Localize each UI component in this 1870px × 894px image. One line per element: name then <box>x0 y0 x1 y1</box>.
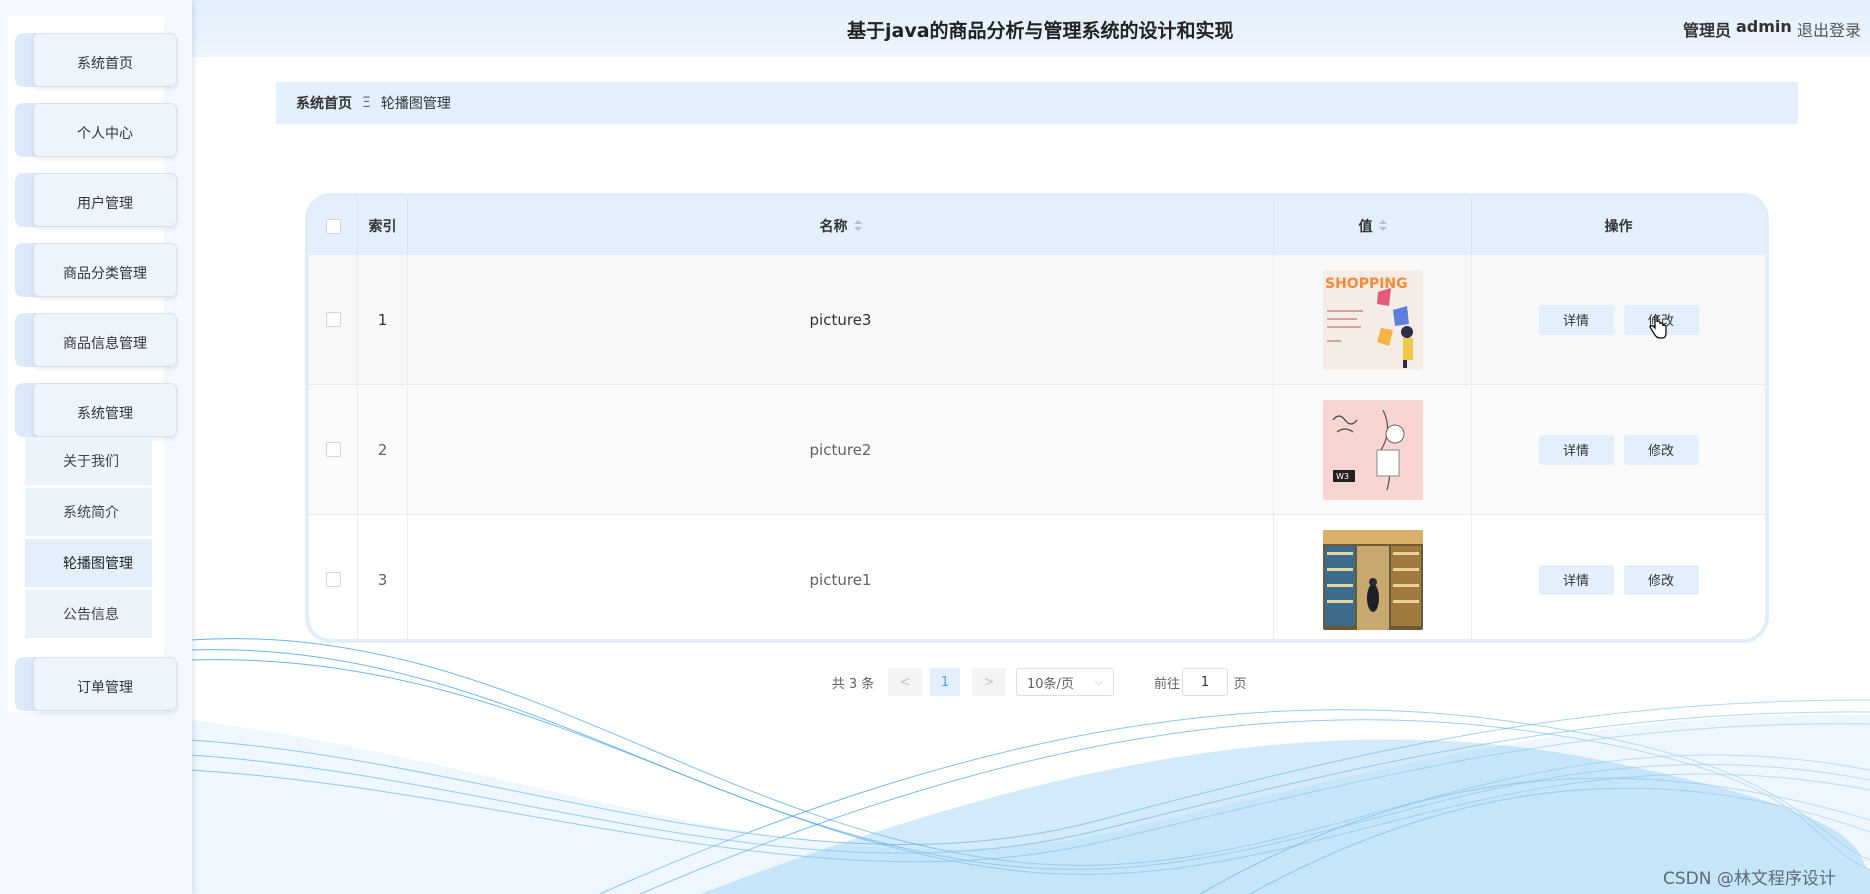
table-row: 1 picture3 SHOPPING 详情 修改 <box>309 255 1765 385</box>
sort-icon[interactable] <box>1378 220 1387 232</box>
chevron-down-icon: ⌵ <box>1094 675 1103 688</box>
hand-cursor-icon <box>1649 316 1667 339</box>
row-name: picture2 <box>408 385 1274 514</box>
detail-button[interactable]: 详情 <box>1538 564 1614 595</box>
page-suffix-label: 页 <box>1233 676 1247 692</box>
breadcrumb-separator-icon: Ξ <box>362 95 371 111</box>
sidebar-item-system[interactable]: 系统管理 <box>15 383 177 437</box>
row-actions: 详情 修改 <box>1472 515 1765 639</box>
submenu-label: 公告信息 <box>63 607 119 623</box>
sidebar-item-profile[interactable]: 个人中心 <box>15 103 177 157</box>
row-checkbox-cell <box>309 255 358 384</box>
shopping-banner-image[interactable]: SHOPPING <box>1322 269 1423 370</box>
sidebar-item-label: 商品信息管理 <box>63 336 147 352</box>
sidebar-item-label: 系统管理 <box>77 406 133 422</box>
page-number-button[interactable]: 1 <box>930 668 960 696</box>
row-name: picture3 <box>408 255 1274 384</box>
sidebar-item-orders[interactable]: 订单管理 <box>15 657 177 711</box>
submenu-item-carousel[interactable]: 轮播图管理 <box>25 539 152 587</box>
header-actions: 操作 <box>1604 219 1633 235</box>
svg-text:SHOPPING: SHOPPING <box>1325 276 1408 292</box>
sidebar-item-category[interactable]: 商品分类管理 <box>15 243 177 297</box>
sidebar: 系统首页 个人中心 用户管理 商品分类管理 商品信息管理 系统管理 关于我们 系… <box>0 0 192 894</box>
header-checkbox-cell <box>309 197 358 255</box>
row-value-cell: SHOPPING <box>1274 255 1472 384</box>
header-value[interactable]: 值 <box>1274 197 1472 255</box>
next-page-button[interactable]: > <box>972 668 1006 696</box>
logout-link[interactable]: 退出登录 <box>1797 17 1861 41</box>
submenu-label: 轮播图管理 <box>63 556 133 572</box>
table-row: 2 picture2 W3 详情 修改 <box>309 385 1765 515</box>
sidebar-item-label: 个人中心 <box>77 126 133 142</box>
user-role-label: 管理员 <box>1683 21 1732 40</box>
row-index: 3 <box>358 515 408 639</box>
detail-button[interactable]: 详情 <box>1538 304 1614 335</box>
table-row: 3 picture1 详情 修改 <box>309 515 1765 639</box>
row-checkbox-cell <box>309 385 358 514</box>
pink-fashion-sketch-image[interactable]: W3 <box>1322 399 1423 500</box>
sidebar-item-label: 用户管理 <box>77 196 133 212</box>
header-value-label: 值 <box>1358 219 1373 235</box>
page-size-select[interactable]: 10条/页 ⌵ <box>1016 668 1114 696</box>
edit-button[interactable]: 修改 <box>1623 434 1699 465</box>
top-header: 基于java的商品分析与管理系统的设计和实现 管理员 admin 退出登录 <box>192 0 1870 57</box>
table-header: 索引 名称 值 操作 <box>309 197 1765 255</box>
goto-label: 前往 <box>1153 676 1180 692</box>
row-checkbox[interactable] <box>325 572 341 587</box>
submenu-label: 关于我们 <box>63 454 119 470</box>
row-checkbox[interactable] <box>325 312 341 327</box>
breadcrumb: 系统首页 Ξ 轮播图管理 <box>276 82 1798 124</box>
breadcrumb-home[interactable]: 系统首页 <box>296 93 352 113</box>
select-all-checkbox[interactable] <box>325 218 341 234</box>
prev-page-button[interactable]: < <box>888 668 922 696</box>
header-name[interactable]: 名称 <box>408 197 1274 255</box>
sidebar-item-label: 系统首页 <box>77 56 133 72</box>
page-size-value: 10条/页 <box>1027 676 1074 692</box>
username-label: admin <box>1736 17 1792 36</box>
row-value-cell: W3 <box>1274 385 1472 514</box>
goto-page-input[interactable]: 1 <box>1182 668 1228 696</box>
sidebar-item-users[interactable]: 用户管理 <box>15 173 177 227</box>
submenu-item-about[interactable]: 关于我们 <box>25 437 152 485</box>
submenu-item-notice[interactable]: 公告信息 <box>25 590 152 638</box>
row-actions: 详情 修改 <box>1472 255 1765 384</box>
svg-text:W3: W3 <box>1336 472 1349 481</box>
row-checkbox[interactable] <box>325 442 341 457</box>
watermark: CSDN @林文程序设计 <box>1663 869 1836 889</box>
breadcrumb-current: 轮播图管理 <box>380 96 451 112</box>
sidebar-item-goods[interactable]: 商品信息管理 <box>15 313 177 367</box>
app-title: 基于java的商品分析与管理系统的设计和实现 <box>847 20 1234 42</box>
submenu-label: 系统简介 <box>63 505 119 521</box>
row-name: picture1 <box>408 515 1274 639</box>
row-checkbox-cell <box>309 515 358 639</box>
pagination-total: 共 3 条 <box>831 676 875 692</box>
supermarket-aisle-image[interactable] <box>1322 529 1423 630</box>
row-actions: 详情 修改 <box>1472 385 1765 514</box>
row-index: 1 <box>358 255 408 384</box>
sidebar-item-home[interactable]: 系统首页 <box>15 33 177 87</box>
submenu-item-intro[interactable]: 系统简介 <box>25 488 152 536</box>
row-value-cell <box>1274 515 1472 639</box>
detail-button[interactable]: 详情 <box>1538 434 1614 465</box>
sort-icon[interactable] <box>853 220 862 232</box>
sidebar-item-label: 商品分类管理 <box>63 266 147 282</box>
header-name-label: 名称 <box>819 219 848 235</box>
header-index: 索引 <box>358 197 408 255</box>
carousel-table: 索引 名称 值 操作 1 picture3 SHOPPING 详情 修改 2 p… <box>305 193 1769 643</box>
row-index: 2 <box>358 385 408 514</box>
sidebar-item-label: 订单管理 <box>77 680 133 696</box>
edit-button[interactable]: 修改 <box>1623 564 1699 595</box>
